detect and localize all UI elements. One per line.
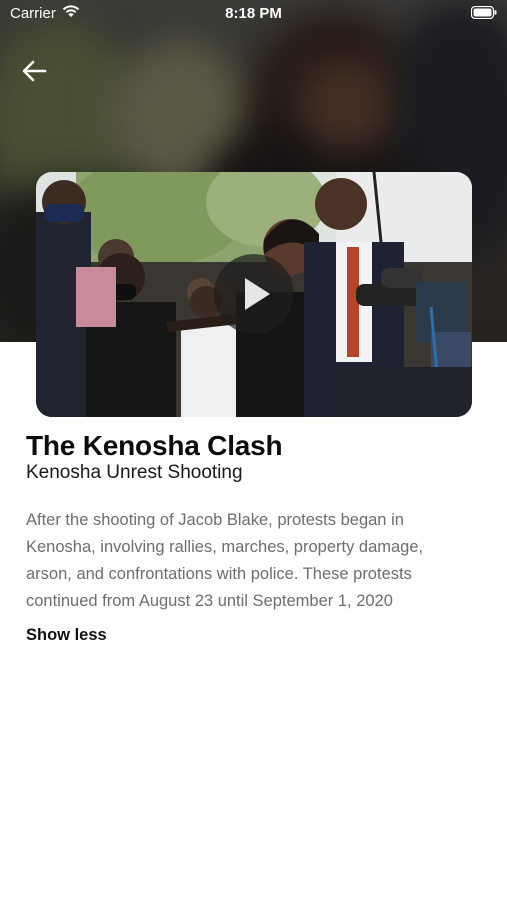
video-thumbnail[interactable] bbox=[36, 172, 472, 417]
battery-icon bbox=[470, 5, 497, 20]
status-time: 8:18 PM bbox=[225, 5, 282, 22]
article-description: After the shooting of Jacob Blake, prote… bbox=[26, 511, 424, 610]
article-subtitle: Kenosha Unrest Shooting bbox=[26, 462, 243, 483]
detail-screen: Carrier 8:18 PM The Kenosha Clash Kenosh… bbox=[0, 0, 507, 900]
show-less-button[interactable]: Show less bbox=[26, 626, 107, 645]
back-button[interactable] bbox=[18, 56, 52, 86]
arrow-left-icon bbox=[22, 60, 47, 82]
play-icon bbox=[245, 278, 270, 310]
article-title: The Kenosha Clash bbox=[26, 430, 283, 461]
status-bar: Carrier 8:18 PM bbox=[0, 0, 507, 28]
play-button[interactable] bbox=[214, 254, 294, 334]
